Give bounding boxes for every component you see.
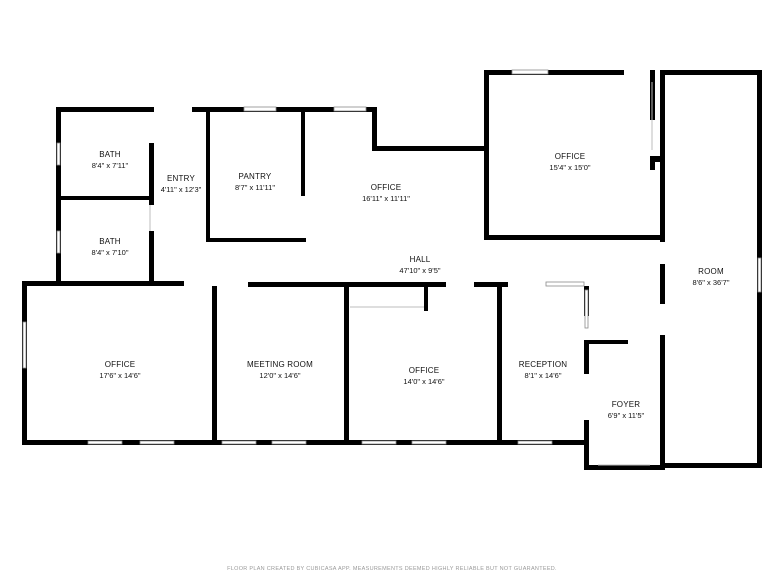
room-label-bath-1: BATH 8'4" x 7'11" xyxy=(92,150,129,170)
room-name: PANTRY xyxy=(239,172,272,181)
room-name: BATH xyxy=(99,150,121,159)
room-name: OFFICE xyxy=(371,183,402,192)
room-label-reception: RECEPTION 8'1" x 14'6" xyxy=(519,360,567,380)
room-name: ROOM xyxy=(698,267,724,276)
windows xyxy=(22,69,762,445)
room-name: RECEPTION xyxy=(519,360,567,369)
room-dimensions: 4'11" x 12'3" xyxy=(161,185,202,194)
disclaimer-footer: FLOOR PLAN CREATED BY CUBICASA APP. MEAS… xyxy=(227,566,557,572)
room-dimensions: 8'1" x 14'6" xyxy=(525,371,562,380)
room-dimensions: 8'6" x 36'7" xyxy=(693,278,730,287)
room-label-hall: HALL 47'10" x 9'5" xyxy=(399,255,440,275)
room-name: ENTRY xyxy=(167,174,195,183)
room-label-bath-2: BATH 8'4" x 7'10" xyxy=(92,237,129,257)
room-label-office-top: OFFICE 16'11" x 11'11" xyxy=(362,183,410,203)
room-label-office-bottom-mid: OFFICE 14'0" x 14'6" xyxy=(403,366,444,386)
room-dimensions: 8'4" x 7'11" xyxy=(92,161,129,170)
room-dimensions: 6'9" x 11'5" xyxy=(608,411,645,420)
room-label-meeting-room: MEETING ROOM 12'0" x 14'6" xyxy=(247,360,313,380)
room-name: OFFICE xyxy=(409,366,440,375)
room-dimensions: 47'10" x 9'5" xyxy=(399,266,440,275)
room-dimensions: 17'6" x 14'6" xyxy=(99,371,140,380)
room-name: MEETING ROOM xyxy=(247,360,313,369)
room-dimensions: 16'11" x 11'11" xyxy=(362,194,410,203)
room-label-room: ROOM 8'6" x 36'7" xyxy=(693,267,730,287)
room-dimensions: 15'4" x 15'0" xyxy=(549,163,590,172)
room-dimensions: 12'0" x 14'6" xyxy=(259,371,300,380)
room-dimensions: 8'4" x 7'10" xyxy=(92,248,129,257)
room-name: OFFICE xyxy=(555,152,586,161)
room-name: HALL xyxy=(410,255,431,264)
room-label-foyer: FOYER 6'9" x 11'5" xyxy=(608,400,645,420)
room-label-office-top-right: OFFICE 15'4" x 15'0" xyxy=(549,152,590,172)
room-name: BATH xyxy=(99,237,121,246)
walls xyxy=(22,70,762,470)
room-name: FOYER xyxy=(612,400,641,409)
room-label-pantry: PANTRY 8'7" x 11'11" xyxy=(235,172,275,192)
room-dimensions: 8'7" x 11'11" xyxy=(235,183,275,192)
room-name: OFFICE xyxy=(105,360,136,369)
room-dimensions: 14'0" x 14'6" xyxy=(403,377,444,386)
room-label-entry: ENTRY 4'11" x 12'3" xyxy=(161,174,202,194)
floor-plan: BATH 8'4" x 7'11" BATH 8'4" x 7'10" ENTR… xyxy=(22,69,762,572)
room-label-office-bottom-left: OFFICE 17'6" x 14'6" xyxy=(99,360,140,380)
